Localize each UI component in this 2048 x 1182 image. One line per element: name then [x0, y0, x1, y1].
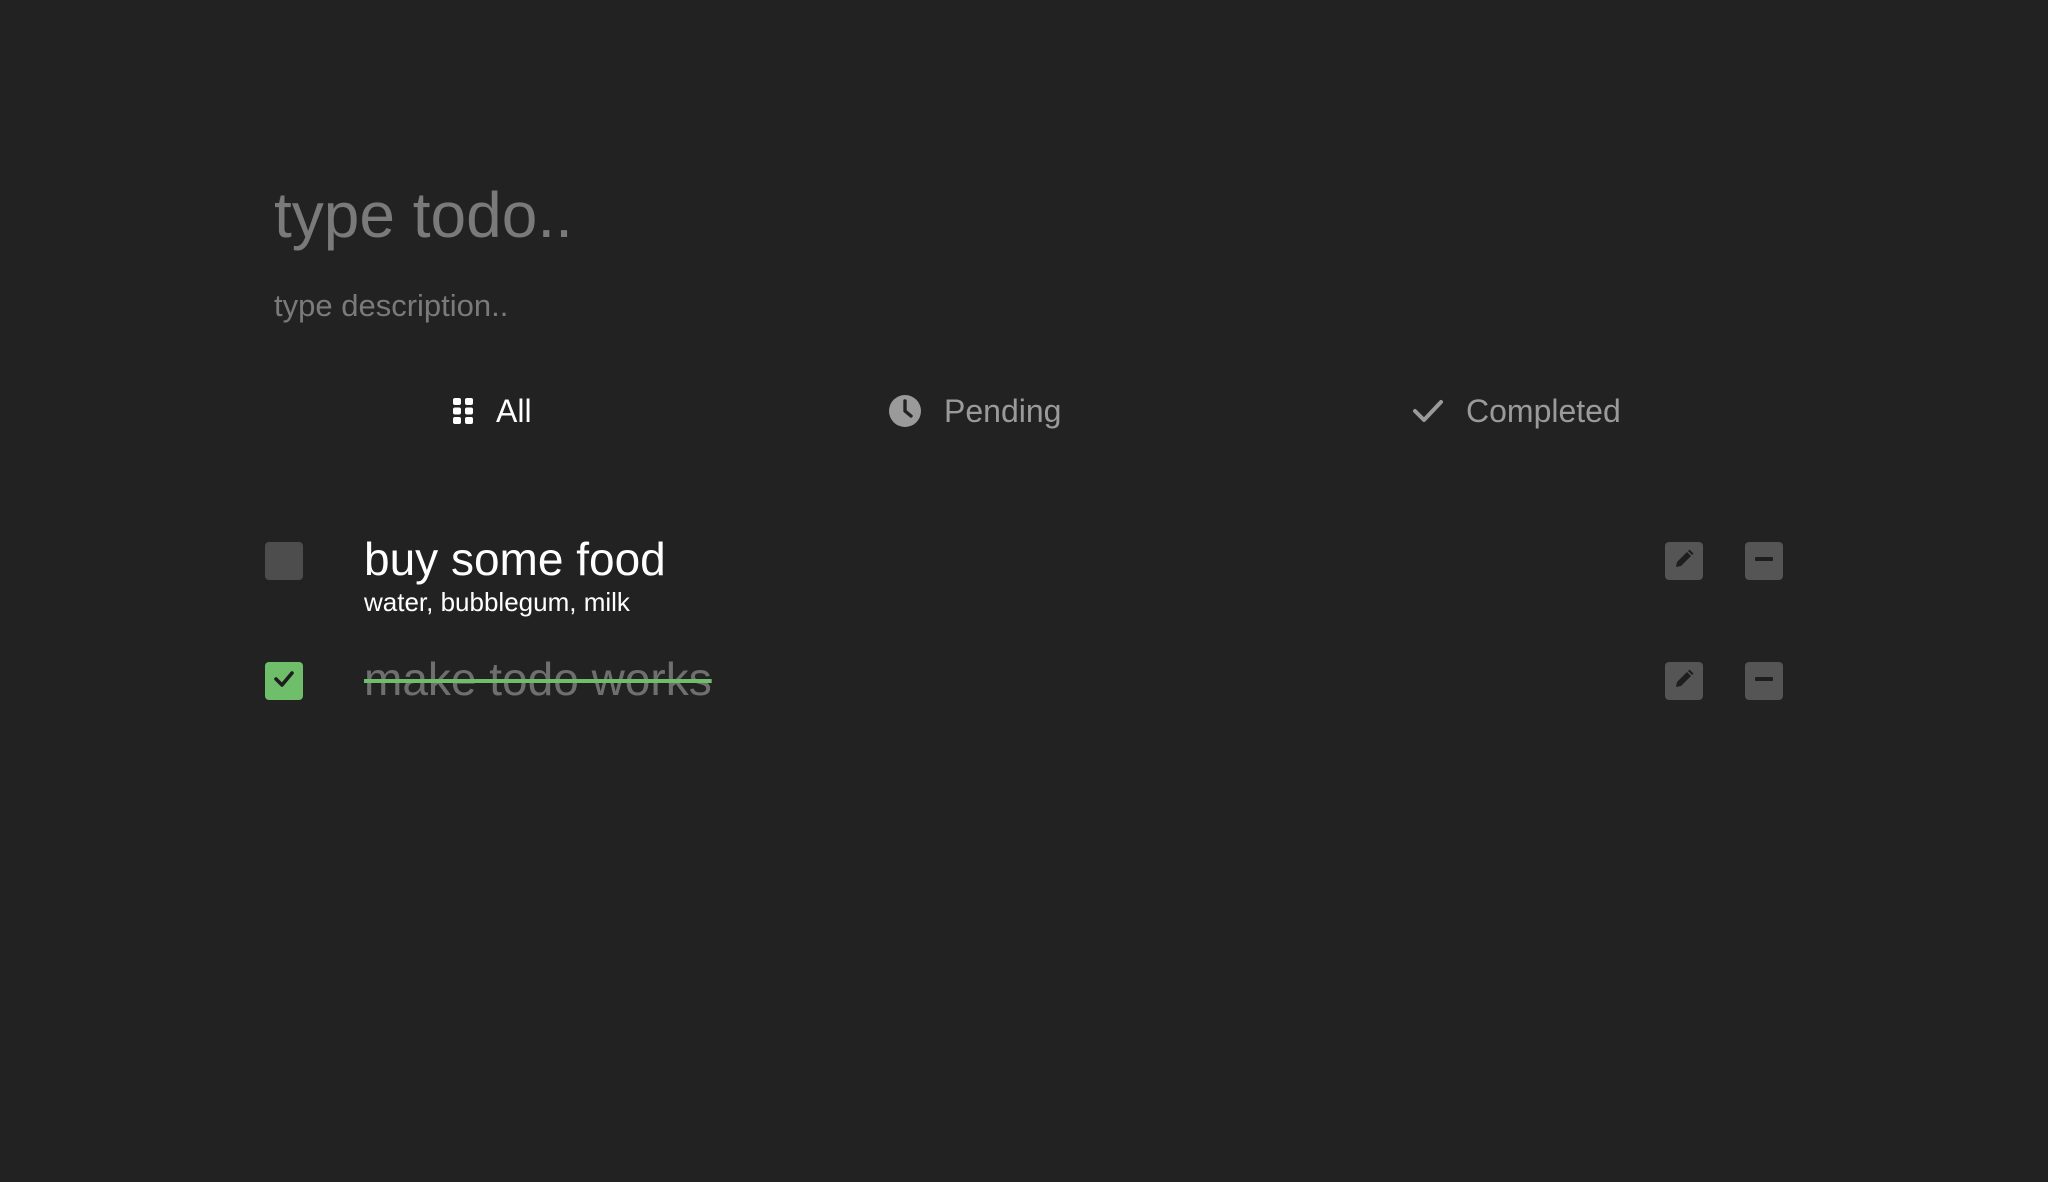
- filter-all-tab[interactable]: All: [452, 388, 532, 434]
- todo-description-input[interactable]: [274, 284, 1794, 328]
- todo-checkbox[interactable]: [265, 662, 303, 700]
- edit-button[interactable]: [1665, 542, 1703, 580]
- minus-icon: [1753, 548, 1775, 575]
- delete-button[interactable]: [1745, 662, 1783, 700]
- filter-pending-tab[interactable]: Pending: [888, 388, 1061, 434]
- todo-title-input[interactable]: [274, 170, 1794, 260]
- filter-completed-label: Completed: [1466, 392, 1621, 429]
- clock-icon: [888, 394, 922, 428]
- todo-item: buy some food water, bubblegum, milk: [265, 530, 1785, 617]
- todo-item: make todo works: [265, 650, 1785, 730]
- check-icon: [1412, 398, 1444, 424]
- delete-button[interactable]: [1745, 542, 1783, 580]
- filter-all-label: All: [496, 392, 532, 429]
- todo-checkbox[interactable]: [265, 542, 303, 580]
- todo-app: All Pending Completed buy some food wate…: [0, 0, 2048, 1182]
- edit-button[interactable]: [1665, 662, 1703, 700]
- grid-icon: [452, 397, 474, 425]
- filter-completed-tab[interactable]: Completed: [1412, 388, 1621, 434]
- filter-pending-label: Pending: [944, 392, 1062, 429]
- pencil-icon: [1673, 548, 1695, 575]
- todo-description: water, bubblegum, milk: [364, 587, 630, 617]
- minus-icon: [1753, 668, 1775, 695]
- checkmark-icon: [273, 670, 295, 693]
- todo-title: make todo works: [364, 653, 712, 705]
- pencil-icon: [1673, 668, 1695, 695]
- todo-title: buy some food: [364, 533, 666, 585]
